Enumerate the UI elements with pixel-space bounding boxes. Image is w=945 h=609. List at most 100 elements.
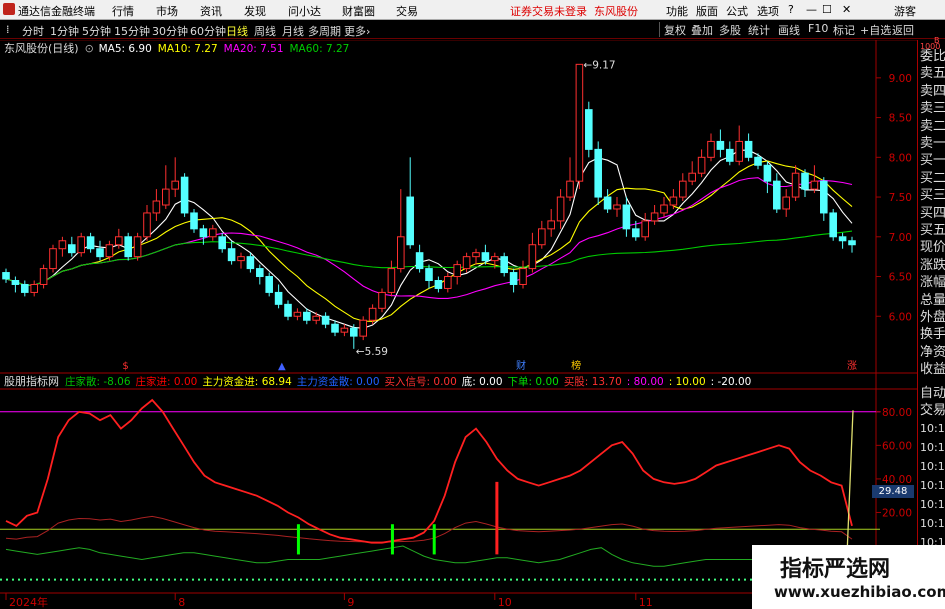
toolbar-f10-button[interactable]: F10 <box>808 22 828 35</box>
minimize-icon[interactable]: — <box>806 3 817 16</box>
period-tab-multi[interactable]: 多周期 <box>308 23 341 39</box>
price-tick-label: 8.50 <box>889 113 912 125</box>
period-tab-60min[interactable]: 60分钟 <box>190 23 226 39</box>
menu-item-news[interactable]: 资讯 <box>200 3 222 19</box>
candle-body <box>791 172 800 198</box>
menu-item-discover[interactable]: 发现 <box>244 3 266 19</box>
indicator-tick-label: 20.00 <box>882 507 912 519</box>
toolbar-multistock-button[interactable]: 多股 <box>719 22 741 38</box>
candle-body <box>566 180 574 198</box>
candle-body <box>650 212 659 222</box>
toolbar-back-button[interactable]: 返回 <box>892 22 914 38</box>
event-marker: 财 <box>516 359 526 372</box>
candle-body <box>237 256 245 262</box>
menu-item-markets[interactable]: 市场 <box>156 3 178 19</box>
menu-item-options[interactable]: 选项 <box>757 3 779 19</box>
menu-item-wealth[interactable]: 财富圈 <box>342 3 375 19</box>
candle-body <box>256 268 264 278</box>
price-tick-label: 6.00 <box>889 311 912 323</box>
candle-body <box>209 228 217 238</box>
candle-body <box>726 148 734 162</box>
indicator-green-line <box>5 545 852 567</box>
candle-body <box>660 204 668 214</box>
candle-body <box>115 236 123 246</box>
candle-body <box>378 291 386 309</box>
trade-time: 10:15 <box>920 441 945 454</box>
candle-body <box>481 252 490 262</box>
maximize-icon[interactable]: ☐ <box>822 3 832 16</box>
candle-body <box>707 140 715 158</box>
period-tab-more[interactable]: 更多› <box>344 23 370 39</box>
candle-body <box>190 212 198 230</box>
period-tab-weekly[interactable]: 周线 <box>254 23 276 39</box>
event-markers: $ ▲ 财 榜 涨 <box>122 359 857 372</box>
toolbar-adjust-button[interactable]: 复权 <box>664 22 686 38</box>
close-icon[interactable]: ✕ <box>842 3 851 16</box>
candle-body <box>632 228 640 238</box>
menu-item-market[interactable]: 行情 <box>112 3 134 19</box>
candle-body <box>162 188 170 206</box>
period-tab-5min[interactable]: 5分钟 <box>82 23 111 39</box>
value-chip: 29.48 <box>872 485 914 498</box>
price-tick-label: 6.50 <box>889 272 912 284</box>
candle-body <box>265 276 273 293</box>
quote-label: 现价 <box>920 240 945 256</box>
candle-body <box>321 315 330 325</box>
period-tab-30min[interactable]: 30分钟 <box>152 23 188 39</box>
period-tab-15min[interactable]: 15分钟 <box>114 23 150 39</box>
menu-item-trade[interactable]: 交易 <box>396 3 418 19</box>
period-tab-monthly[interactable]: 月线 <box>282 23 304 39</box>
indicator-legend-item: : -20.00 <box>711 376 752 388</box>
chart-area[interactable]: 东风股份(日线) ⊙ MA5: 6.90 MA10: 7.27 MA20: 7.51 MA… <box>0 40 917 609</box>
candle-body <box>124 236 132 258</box>
auto-trade-label[interactable]: 交易 <box>920 402 945 419</box>
period-tab-daily[interactable]: 日线 <box>226 23 248 39</box>
candle-body <box>519 268 527 285</box>
auto-trade-label[interactable]: 自动 <box>920 385 945 402</box>
help-icon[interactable]: ? <box>788 3 794 16</box>
chart-stock-name: 东风股份(日线) <box>4 41 79 55</box>
indicator-red-line <box>5 398 853 544</box>
guest-user[interactable]: 游客 <box>894 3 916 19</box>
quote-label: 总量 <box>920 292 945 308</box>
toolbar-add-watchlist-button[interactable]: +自选 <box>860 22 891 38</box>
candle-body <box>49 248 57 270</box>
candle-body <box>585 109 593 150</box>
candle-body <box>359 319 367 337</box>
menu-item-function[interactable]: 功能 <box>666 3 688 19</box>
indicator-legend-item: 庄家散: -8.06 <box>65 375 131 388</box>
trade-time: 10:16 <box>920 517 945 530</box>
current-stock-name: 东风股份 <box>594 5 638 18</box>
date-tick-label: 8 <box>178 596 185 609</box>
quote-label: 买五 <box>920 223 945 238</box>
candle-body <box>603 196 612 210</box>
candle-body <box>434 280 443 289</box>
menu-item-layout[interactable]: 版面 <box>696 3 718 19</box>
menu-item-ask[interactable]: 问小达 <box>288 3 321 19</box>
date-tick-label: 11 <box>639 596 653 609</box>
toolbar-stats-button[interactable]: 统计 <box>748 22 770 38</box>
menu-item-formula[interactable]: 公式 <box>726 3 748 19</box>
date-tick-label: 9 <box>347 596 354 609</box>
indicator-legend-item: 底: 0.00 <box>462 375 503 388</box>
period-tab-1min[interactable]: 1分钟 <box>50 23 79 39</box>
candle-body <box>444 276 452 289</box>
indicator-legend-item: 主力资金散: 0.00 <box>297 375 380 388</box>
quote-label: 卖三 <box>920 101 945 117</box>
toolbar-draw-button[interactable]: 画线 <box>778 22 800 38</box>
price-axis: 6.00 6.50 7.00 7.50 8.00 8.50 9.00 <box>876 73 912 323</box>
candle-body <box>58 240 67 250</box>
period-tab-intraday[interactable]: 分时 <box>22 23 44 39</box>
ma-legend-item: MA60: 7.27 <box>290 43 350 55</box>
toolbar-overlay-button[interactable]: 叠加 <box>691 22 713 38</box>
candle-body <box>773 180 781 210</box>
trade-time: 10:16 <box>920 479 945 492</box>
ma-legend-item: MA10: 7.27 <box>158 43 218 55</box>
login-notice[interactable]: 证券交易未登录 东风股份 <box>510 3 638 19</box>
toolbar-mark-button[interactable]: 标记 <box>833 22 855 38</box>
candle-body <box>11 280 20 285</box>
candle-body <box>2 272 10 280</box>
ma-legend-item: MA5: 6.90 <box>99 43 152 55</box>
candle-body <box>622 204 631 230</box>
candlesticks <box>2 63 856 349</box>
